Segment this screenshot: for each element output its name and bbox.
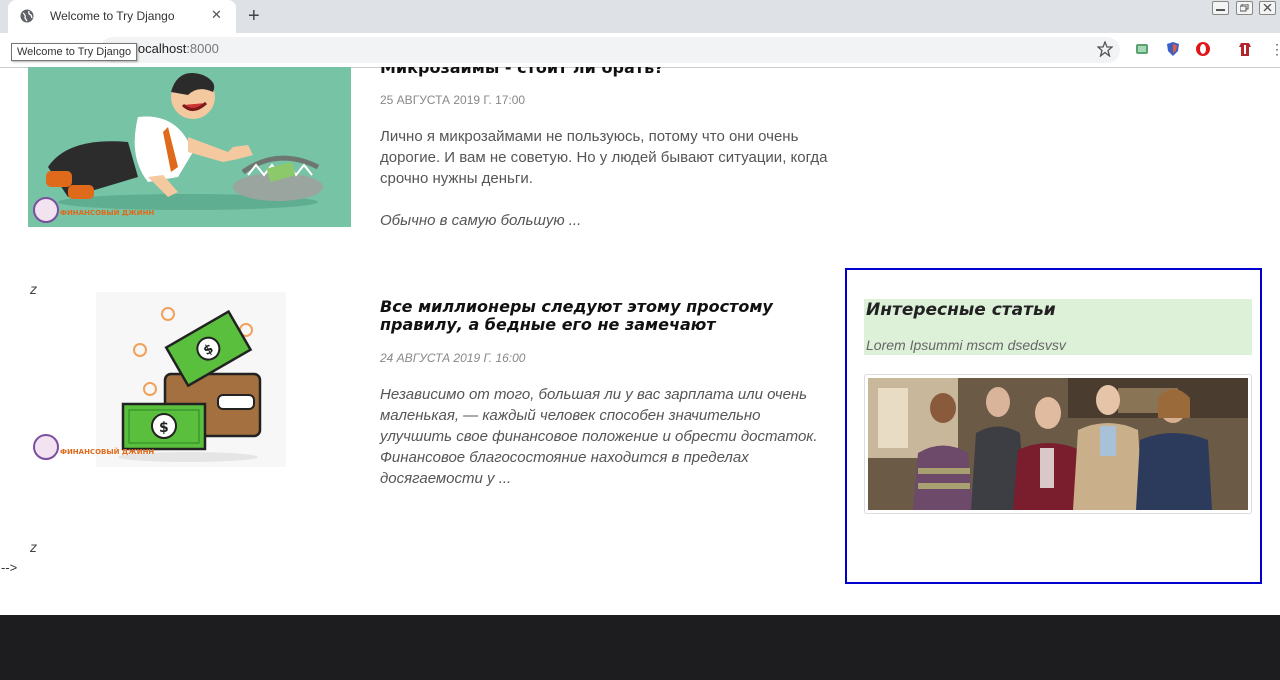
post-2-logo: ФИНАНСОВЫЙ ДЖИНН xyxy=(60,447,154,456)
close-icon xyxy=(1263,4,1272,12)
stray-comment-arrow: --> xyxy=(1,560,18,575)
restore-icon xyxy=(1239,4,1249,12)
post-1-date: 25 АВГУСТА 2019 Г. 17:00 xyxy=(380,93,526,107)
sidebar-header: Интересные статьи Lorem Ipsummi mscm dse… xyxy=(864,299,1252,355)
wallet-money-illustration-icon: $ $ ФИНАНСОВЫЙ ДЖИНН xyxy=(33,292,286,467)
restore-button[interactable] xyxy=(1235,1,1253,15)
tab-strip: Welcome to Try Django ✕ + xyxy=(0,0,1280,33)
group-photo-icon xyxy=(868,378,1248,510)
post-1-logo: ФИНАНСОВЫЙ ДЖИНН xyxy=(60,208,154,217)
extension-person-icon[interactable] xyxy=(1237,41,1253,57)
tab-title: Welcome to Try Django xyxy=(50,9,175,23)
post-1-image[interactable]: ФИНАНСОВЫЙ ДЖИНН xyxy=(28,67,351,227)
post-2-date: 24 АВГУСТА 2019 Г. 16:00 xyxy=(380,351,526,365)
page-content: ФИНАНСОВЫЙ ДЖИНН Микрозаймы - стоит ли б… xyxy=(0,67,1280,680)
post-1-title[interactable]: Микрозаймы - стоит ли брать? xyxy=(380,67,840,77)
sidebar-image[interactable] xyxy=(864,374,1252,514)
businessman-trap-illustration-icon: ФИНАНСОВЫЙ ДЖИНН xyxy=(28,67,351,227)
post-2-title[interactable]: Все миллионеры следуют этому простому пр… xyxy=(380,298,800,334)
toolbar: localhost:8000 ⋮ xyxy=(0,33,1280,68)
address-bar[interactable] xyxy=(100,37,1120,63)
browser-tab[interactable]: Welcome to Try Django ✕ xyxy=(8,0,236,33)
post-2-image[interactable]: $ $ ФИНАНСОВЫЙ ДЖИНН xyxy=(28,292,288,472)
bookmark-star-icon[interactable] xyxy=(1097,41,1113,57)
post-2-excerpt: Независимо от того, большая ли у вас зар… xyxy=(380,386,818,487)
opera-icon[interactable] xyxy=(1195,41,1211,57)
extension-shield-icon[interactable] xyxy=(1165,41,1181,57)
close-tab-icon[interactable]: ✕ xyxy=(211,7,222,23)
extension-green-icon[interactable] xyxy=(1134,41,1150,57)
sidebar-subtitle: Lorem Ipsummi mscm dsedsvsv xyxy=(866,337,1066,353)
footer xyxy=(0,615,1280,680)
svg-text:$: $ xyxy=(159,420,169,436)
minimize-button[interactable] xyxy=(1212,1,1230,15)
post-1-excerpt: Лично я микрозаймами не пользуюсь, потом… xyxy=(380,128,828,187)
sidebar-widget: Интересные статьи Lorem Ipsummi mscm dse… xyxy=(845,268,1262,584)
post-1-more[interactable]: Обычно в самую большую ... xyxy=(380,210,840,231)
minimize-icon xyxy=(1216,9,1226,11)
url-text[interactable]: localhost:8000 xyxy=(135,41,219,56)
globe-icon xyxy=(20,9,34,23)
close-window-button[interactable] xyxy=(1259,1,1276,15)
browser-menu-icon[interactable]: ⋮ xyxy=(1270,41,1280,58)
sidebar-title: Интересные статьи xyxy=(866,300,1056,320)
window-controls xyxy=(1210,1,1276,20)
tab-tooltip: Welcome to Try Django xyxy=(11,43,138,61)
new-tab-button[interactable]: + xyxy=(248,4,260,28)
stray-text: z xyxy=(30,539,37,555)
